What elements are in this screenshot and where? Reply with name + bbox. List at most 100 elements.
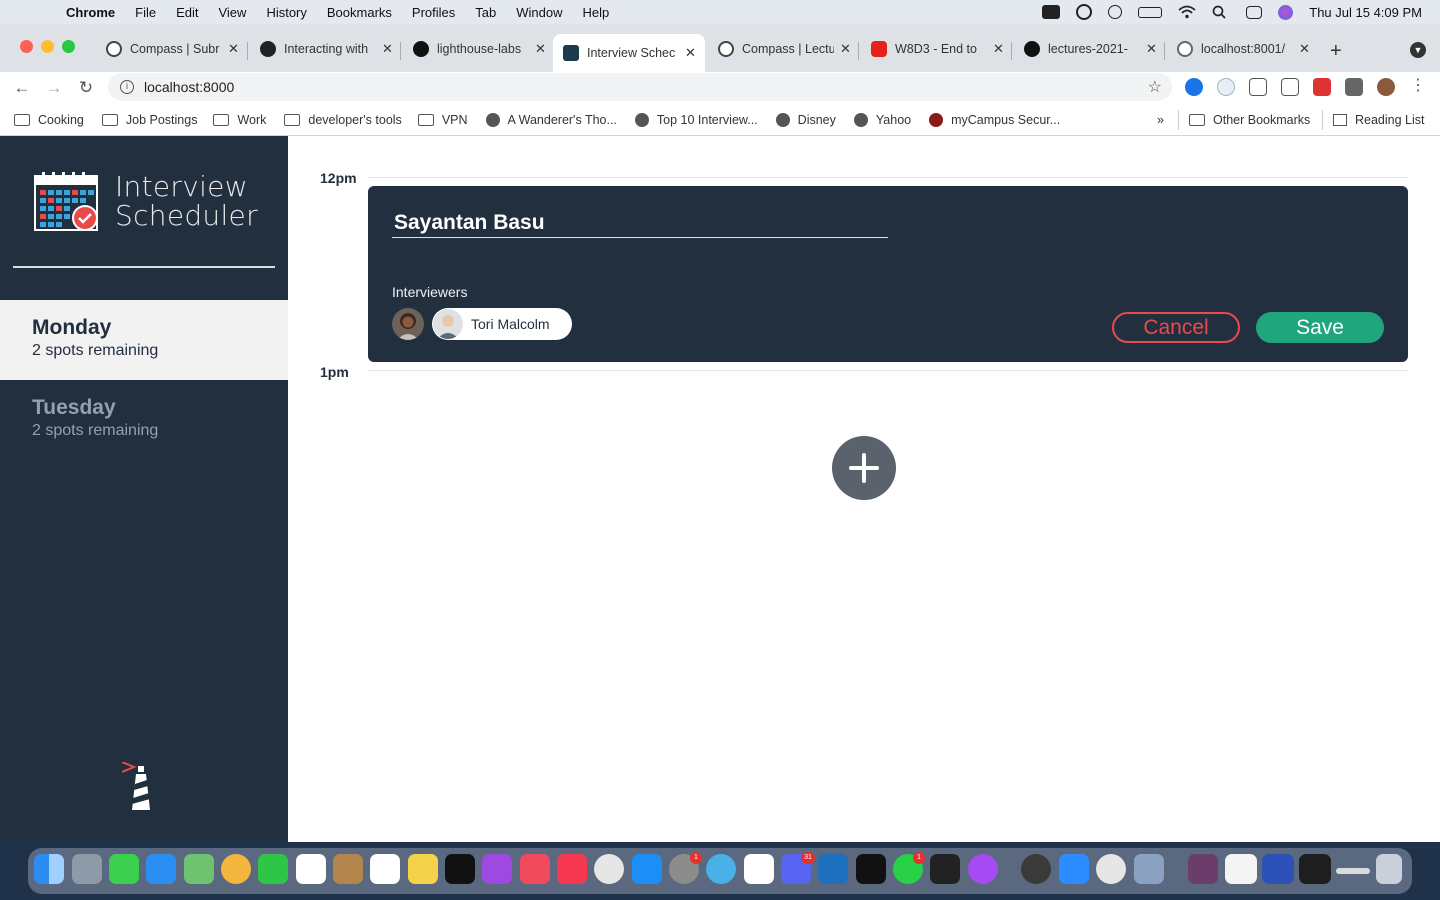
menu-view[interactable]: View [208, 5, 256, 20]
vscode-icon[interactable] [818, 854, 848, 884]
messenger-icon[interactable] [968, 854, 998, 884]
menu-profiles[interactable]: Profiles [402, 5, 465, 20]
preview-icon[interactable] [1134, 854, 1164, 884]
bookmark-cooking[interactable]: Cooking [14, 113, 84, 127]
notes-icon[interactable] [408, 854, 438, 884]
save-button[interactable]: Save [1256, 312, 1384, 343]
tab-close-icon[interactable]: ✕ [840, 41, 851, 57]
search-icon[interactable] [1212, 5, 1230, 19]
tab-close-icon[interactable]: ✕ [993, 41, 1004, 57]
apple-tv-icon[interactable] [445, 854, 475, 884]
battery-icon[interactable] [1138, 6, 1163, 18]
contacts-icon[interactable] [333, 854, 363, 884]
chrome-dock-icon[interactable] [594, 854, 624, 884]
menubar-clock[interactable]: Thu Jul 15 4:09 PM [1309, 5, 1422, 20]
zoom-window-button[interactable] [62, 40, 75, 53]
minimized-window-thumbnail[interactable] [1299, 854, 1331, 884]
cancel-button[interactable]: Cancel [1112, 312, 1240, 343]
chrome-canary-icon[interactable] [1096, 854, 1126, 884]
minimized-window-thumbnail[interactable] [1336, 868, 1370, 874]
zoom-status-icon[interactable] [1042, 5, 1061, 19]
bookmark-star-icon[interactable]: ☆ [1148, 77, 1162, 97]
terminal-icon[interactable] [856, 854, 886, 884]
extensions-puzzle-icon[interactable] [1345, 78, 1363, 96]
address-url[interactable]: localhost:8000 [144, 79, 234, 95]
new-tab-icon[interactable]: + [1330, 40, 1342, 63]
reload-icon[interactable]: ↻ [70, 78, 102, 98]
menu-app-chrome[interactable]: Chrome [56, 5, 125, 20]
cypress-icon[interactable] [1021, 854, 1051, 884]
control-center-icon[interactable] [1246, 5, 1263, 19]
finder-icon[interactable] [34, 854, 64, 884]
podcasts-icon[interactable] [482, 854, 512, 884]
calendar-icon[interactable] [296, 854, 326, 884]
bookmark-work[interactable]: Work [213, 113, 266, 127]
address-bar[interactable]: i localhost:8000 ☆ [108, 73, 1172, 101]
browser-tab[interactable]: Compass | Lectu ✕ [708, 34, 851, 64]
browser-tab[interactable]: lighthouse-labs ✕ [403, 34, 546, 64]
extension-circle-icon[interactable] [1217, 78, 1235, 96]
menu-tab[interactable]: Tab [465, 5, 506, 20]
tab-close-icon[interactable]: ✕ [685, 45, 696, 61]
interviewer-avatar[interactable] [392, 308, 424, 340]
mail-icon[interactable] [146, 854, 176, 884]
close-window-button[interactable] [20, 40, 33, 53]
bookmark-wanderer[interactable]: A Wanderer's Tho... [485, 112, 617, 127]
news-icon[interactable] [520, 854, 550, 884]
browser-tab-active[interactable]: Interview Schec ✕ [553, 34, 705, 72]
minimized-window-thumbnail[interactable] [1262, 854, 1294, 884]
forward-arrow-icon[interactable]: → [38, 78, 70, 98]
day-item-tuesday[interactable]: Tuesday 2 spots remaining [0, 380, 288, 460]
bookmark-vpn[interactable]: VPN [417, 113, 468, 127]
tab-close-icon[interactable]: ✕ [1146, 41, 1157, 57]
creative-cloud-icon[interactable] [1076, 4, 1093, 20]
browser-tab[interactable]: lectures-2021- ✕ [1014, 34, 1157, 64]
extension-move-icon[interactable] [1249, 78, 1267, 96]
back-arrow-icon[interactable]: ← [6, 78, 38, 98]
maps-icon[interactable] [184, 854, 214, 884]
browser-tab[interactable]: W8D3 - End to ✕ [861, 34, 1004, 64]
zoom-icon[interactable] [1059, 854, 1089, 884]
bookmark-top-10-interview[interactable]: Top 10 Interview... [634, 112, 758, 127]
messages-icon[interactable] [109, 854, 139, 884]
tab-close-icon[interactable]: ✕ [1299, 41, 1310, 57]
wifi-icon[interactable] [1178, 5, 1196, 19]
chrome-menu-icon[interactable]: ⋮ [1410, 78, 1426, 96]
menu-edit[interactable]: Edit [166, 5, 208, 20]
menu-help[interactable]: Help [573, 5, 620, 20]
extension-drop-icon[interactable] [1185, 78, 1203, 96]
app-store-icon[interactable] [632, 854, 662, 884]
tab-close-icon[interactable]: ✕ [228, 41, 239, 57]
menu-history[interactable]: History [256, 5, 316, 20]
tab-close-icon[interactable]: ✕ [535, 41, 546, 57]
browser-tab[interactable]: Compass | Subr ✕ [96, 34, 239, 64]
launchpad-icon[interactable] [72, 854, 102, 884]
reading-list[interactable]: Reading List [1322, 109, 1425, 130]
browser-tab[interactable]: localhost:8001/ ✕ [1167, 34, 1310, 64]
bookmark-yahoo[interactable]: Yahoo [853, 112, 911, 127]
play-status-icon[interactable] [1108, 5, 1123, 19]
bookmark-disney[interactable]: Disney [775, 112, 836, 127]
bookmark-job-postings[interactable]: Job Postings [101, 113, 197, 127]
photos-icon[interactable] [221, 854, 251, 884]
extension-red-icon[interactable] [1313, 78, 1331, 96]
bookmark-developer-tools[interactable]: developer's tools [284, 113, 402, 127]
facetime-icon[interactable] [258, 854, 288, 884]
reminders-icon[interactable] [370, 854, 400, 884]
tab-close-icon[interactable]: ✕ [382, 41, 393, 57]
profile-avatar[interactable] [1377, 78, 1395, 96]
menu-window[interactable]: Window [506, 5, 572, 20]
other-bookmarks[interactable]: Other Bookmarks [1178, 109, 1310, 130]
siri-icon[interactable] [1278, 4, 1294, 20]
music-icon[interactable] [557, 854, 587, 884]
menu-bookmarks[interactable]: Bookmarks [317, 5, 402, 20]
interviewer-selected[interactable]: Tori Malcolm [432, 308, 572, 340]
trash-icon[interactable] [1376, 854, 1402, 884]
extension-code-icon[interactable] [1281, 78, 1299, 96]
quicktime-icon[interactable] [706, 854, 736, 884]
day-item-monday[interactable]: Monday 2 spots remaining [0, 300, 288, 380]
minimize-window-button[interactable] [41, 40, 54, 53]
site-info-icon[interactable]: i [120, 80, 134, 94]
tab-search-icon[interactable]: ▼ [1410, 42, 1426, 58]
add-appointment-button[interactable] [832, 436, 896, 500]
